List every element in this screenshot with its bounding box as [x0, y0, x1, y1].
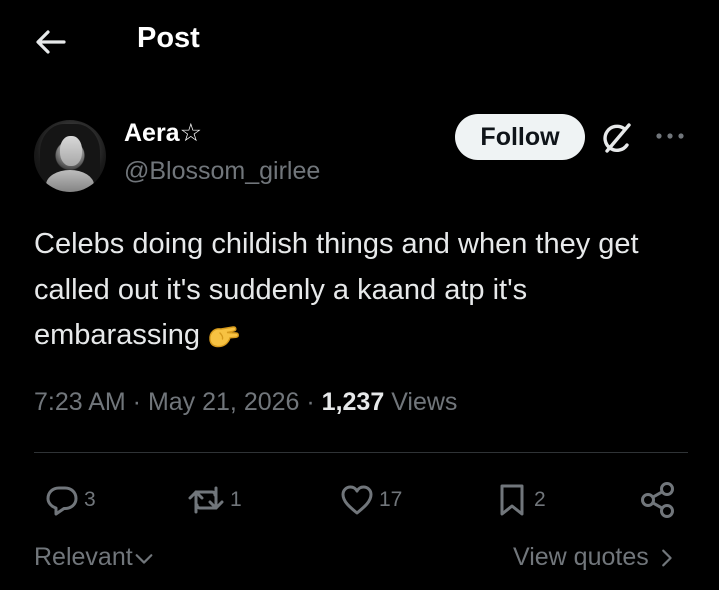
views-count: 1,237 [321, 388, 385, 416]
reply-count: 3 [84, 488, 96, 511]
view-quotes-label: View quotes [513, 543, 649, 571]
share-button[interactable] [638, 480, 678, 520]
bookmark-count: 2 [534, 488, 546, 511]
post-text-content: Celebs doing childish things and when th… [34, 228, 639, 351]
post-time[interactable]: 7:23 AM [34, 388, 126, 416]
chevron-down-icon [135, 553, 153, 564]
author-display-name[interactable]: Aera☆ [124, 118, 202, 148]
divider [34, 452, 688, 453]
more-options-icon[interactable] [652, 124, 688, 148]
author-handle[interactable]: @Blossom_girlee [124, 157, 320, 186]
reply-button[interactable]: 3 [44, 480, 96, 520]
author-name-text: Aera [124, 119, 180, 147]
back-button[interactable] [30, 22, 70, 62]
post-meta: 7:23 AM · May 21, 2026 · 1,237 Views [34, 388, 458, 416]
heart-icon [341, 485, 373, 515]
repost-icon [188, 486, 224, 514]
grok-icon[interactable] [597, 118, 637, 158]
bookmark-icon [500, 484, 524, 516]
follow-button[interactable]: Follow [455, 114, 585, 160]
sort-label: Relevant [34, 543, 133, 571]
share-icon [641, 482, 674, 518]
sort-replies-dropdown[interactable]: Relevant [34, 543, 155, 572]
pinching-hand-emoji-icon [206, 318, 242, 350]
views-label: Views [391, 388, 458, 416]
repost-count: 1 [230, 488, 242, 511]
arrow-left-icon [36, 30, 66, 54]
grok-slash-circle-icon [603, 123, 631, 153]
like-button[interactable]: 17 [339, 480, 402, 520]
like-count: 17 [379, 488, 403, 511]
bookmark-button[interactable]: 2 [494, 480, 546, 520]
chevron-right-icon [661, 549, 672, 566]
post-text: Celebs doing childish things and when th… [34, 222, 694, 359]
star-symbol: ☆ [179, 119, 203, 147]
repost-button[interactable]: 1 [186, 480, 242, 520]
view-quotes-link[interactable]: View quotes [513, 543, 677, 572]
post-date[interactable]: May 21, 2026 [148, 388, 300, 416]
page-title: Post [137, 22, 200, 54]
reply-icon [46, 486, 78, 516]
avatar[interactable] [34, 120, 106, 192]
